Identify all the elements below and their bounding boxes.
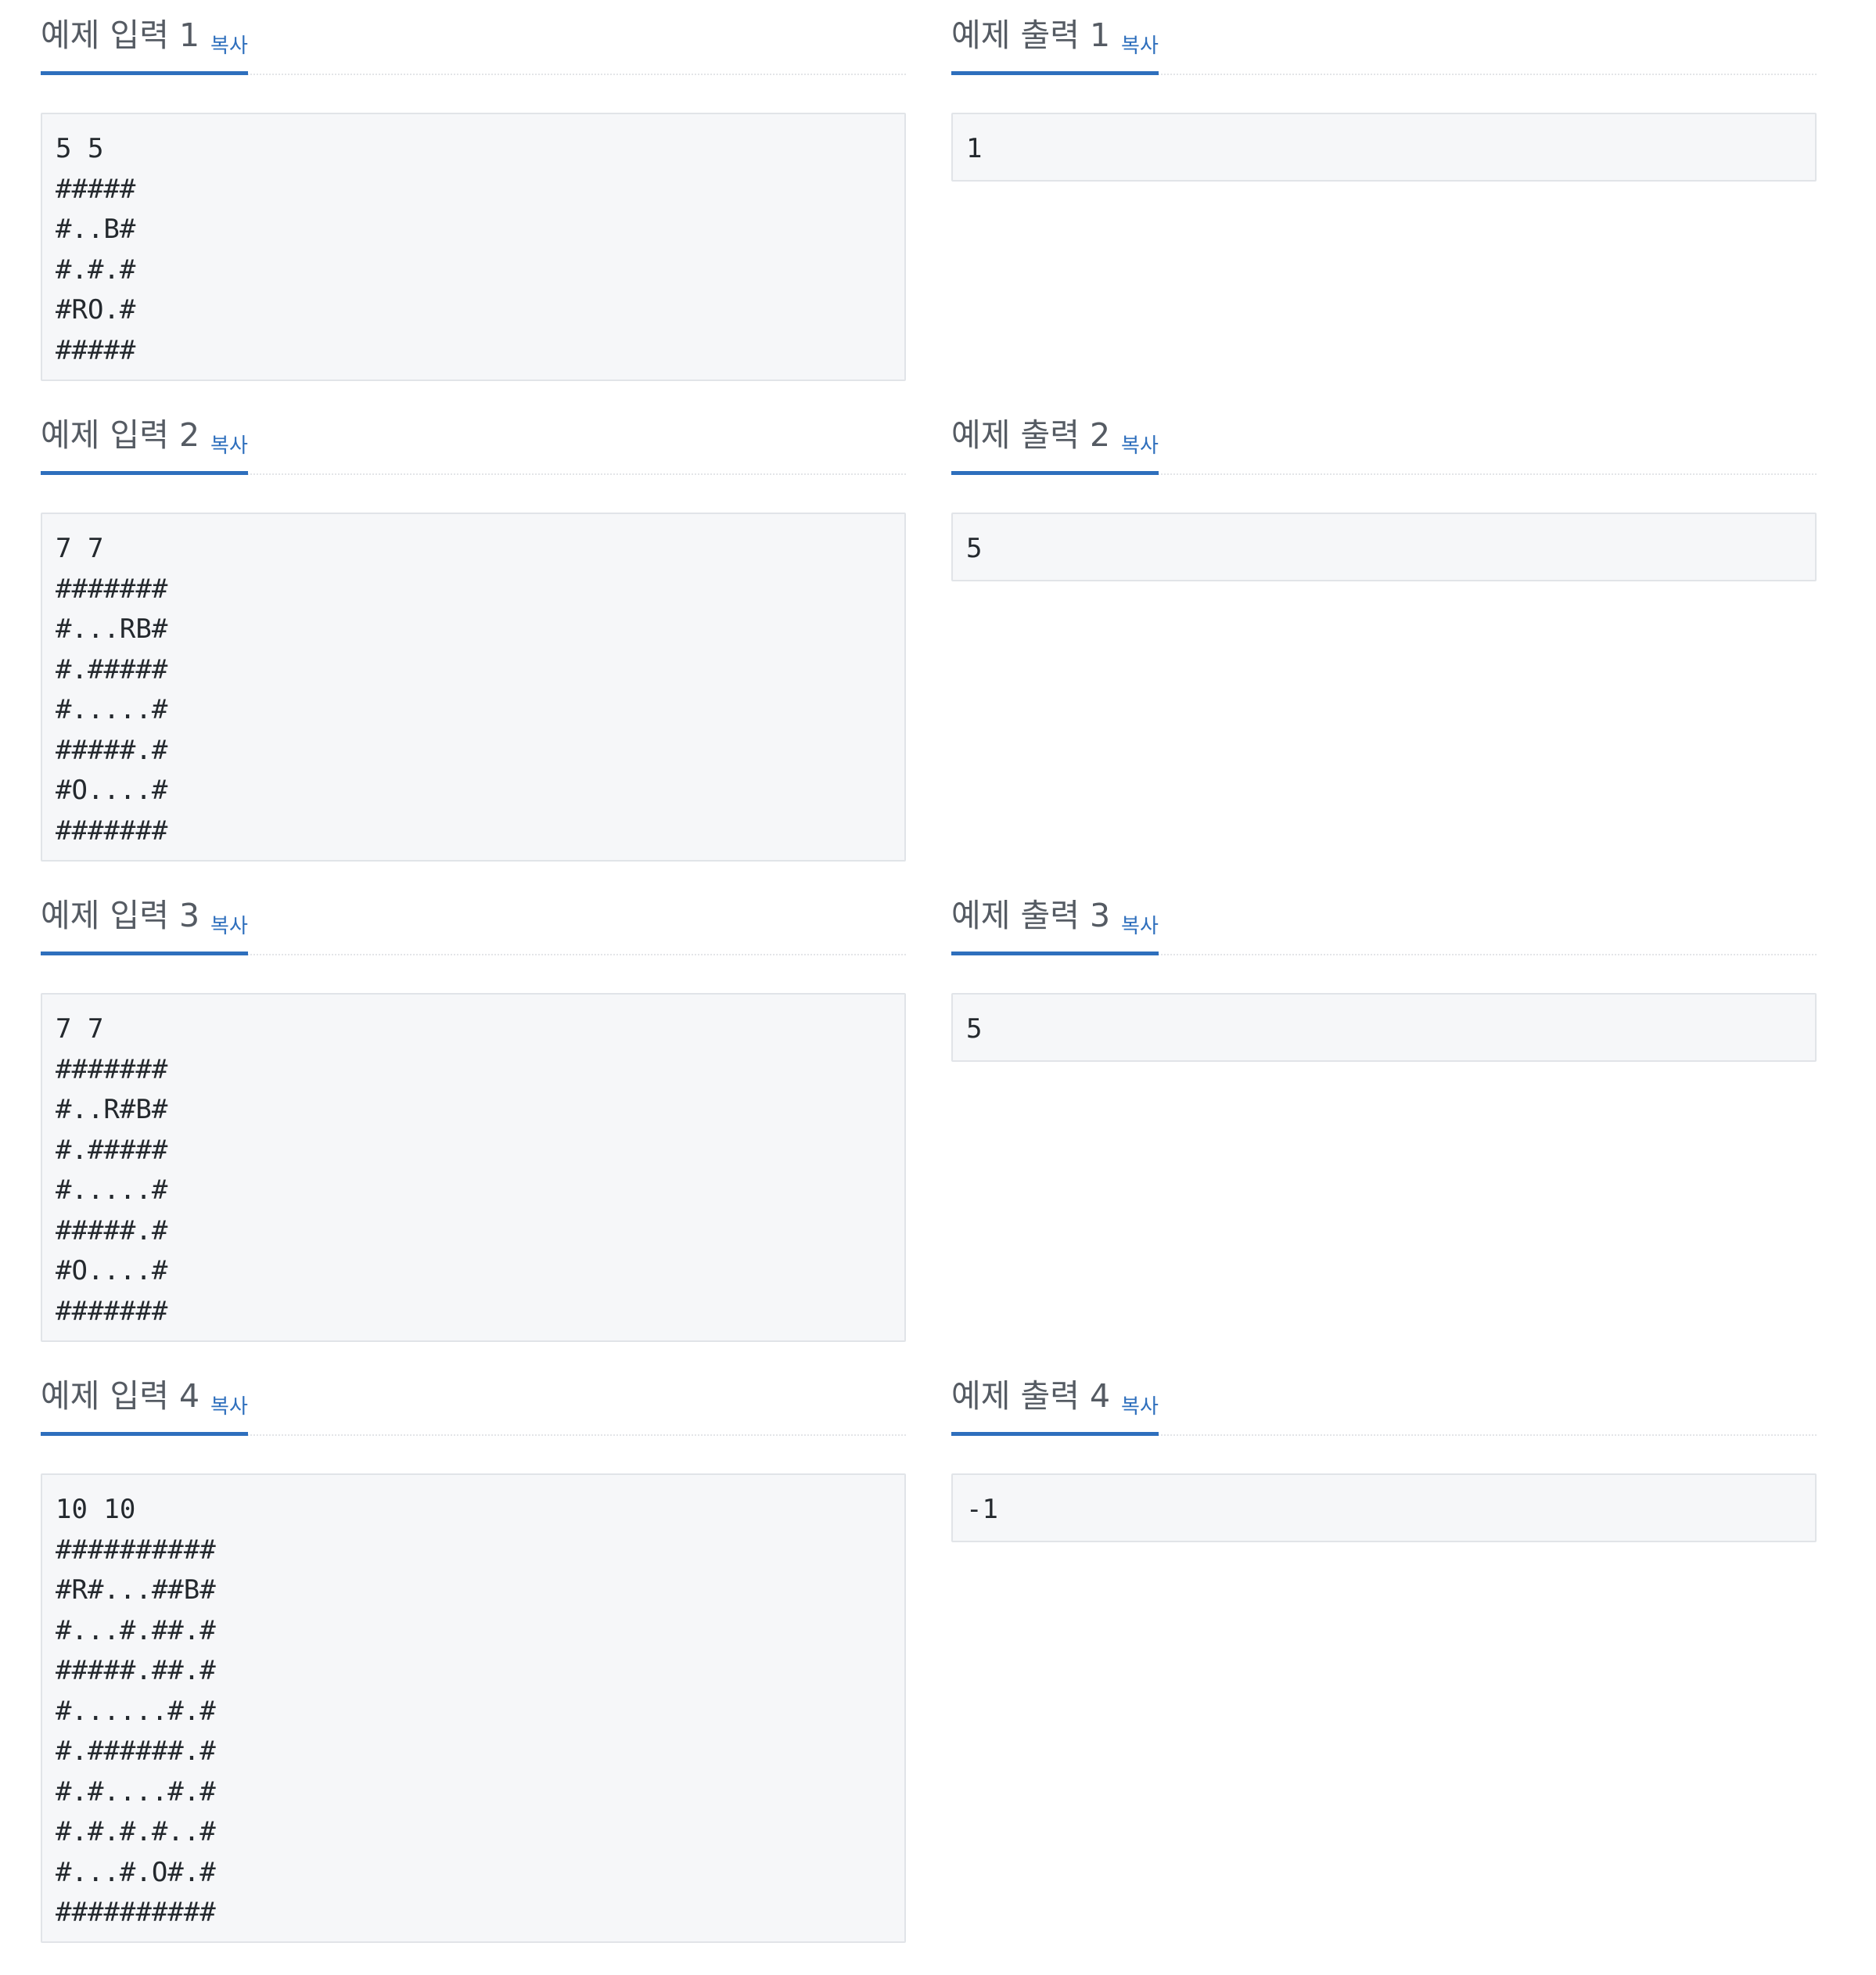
copy-output-3-button[interactable]: 복사 (1121, 898, 1159, 939)
code-line: ####### (56, 1295, 168, 1327)
copy-output-4-button[interactable]: 복사 (1121, 1378, 1159, 1419)
code-line: #..B# (56, 214, 136, 245)
sample-output-2-code: 5 (951, 513, 1817, 581)
sample-input-2-section: 예제 입력 2 복사 7 7 ####### #...RB# #.##### #....… (41, 400, 906, 862)
sample-output-4-section: 예제 출력 4 복사 -1 (951, 1361, 1817, 1542)
sample-input-3-title: 예제 입력 3 (41, 897, 200, 934)
code-line: ########## (56, 1534, 216, 1566)
sample-input-3-header: 예제 입력 3 복사 (41, 880, 906, 955)
sample-output-1-title: 예제 출력 1 (951, 16, 1111, 54)
code-line: #.######.# (56, 1736, 216, 1767)
code-line: #O....# (56, 775, 168, 806)
code-line: #RO.# (56, 294, 136, 326)
code-line: #.....# (56, 1175, 168, 1206)
sample-input-3-code: 7 7 ####### #..R#B# #.##### #.....# #####.# #O… (41, 993, 906, 1342)
sample-input-2-title: 예제 입력 2 (41, 416, 200, 454)
sample-input-3-section: 예제 입력 3 복사 7 7 ####### #..R#B# #.##### #....… (41, 880, 906, 1342)
code-line: #...#.##.# (56, 1614, 216, 1646)
code-line: #####.##.# (56, 1655, 216, 1686)
sample-input-1-code: 5 5 ##### #..B# #.#.# #RO.# ##### (41, 113, 906, 381)
sample-output-2-title: 예제 출력 2 (951, 416, 1111, 454)
code-line: #.#....#.# (56, 1775, 216, 1808)
copy-input-3-button[interactable]: 복사 (210, 898, 248, 939)
copy-input-4-button[interactable]: 복사 (210, 1378, 248, 1419)
sample-output-2-header: 예제 출력 2 복사 (951, 400, 1817, 475)
copy-output-2-button[interactable]: 복사 (1121, 417, 1159, 459)
sample-input-4-section: 예제 입력 4 복사 10 10 ########## #R#...##B# #...… (41, 1361, 906, 1943)
sample-output-1-code: 1 (951, 113, 1817, 182)
code-line: #####.# (56, 734, 168, 766)
sample-output-3-code: 5 (951, 993, 1817, 1062)
code-line: 10 10 (56, 1494, 136, 1525)
code-line: 1 (966, 133, 983, 164)
code-line: -1 (966, 1494, 998, 1525)
sample-output-3-title: 예제 출력 3 (951, 897, 1111, 934)
code-line: ####### (56, 815, 168, 847)
code-line: ########## (56, 1897, 216, 1928)
sample-output-4-title: 예제 출력 4 (951, 1377, 1111, 1415)
code-line: 7 7 (56, 533, 104, 564)
sample-output-3-section: 예제 출력 3 복사 5 (951, 880, 1817, 1062)
sample-input-2-code: 7 7 ####### #...RB# #.##### #.....# #####.# #O… (41, 513, 906, 862)
sample-output-4-code: -1 (951, 1473, 1817, 1542)
code-line: 5 5 (56, 133, 104, 164)
code-line: #...#.O#.# (56, 1856, 216, 1888)
code-line: ####### (56, 1053, 168, 1085)
sample-input-1-header: 예제 입력 1 복사 (41, 0, 906, 75)
code-line: 5 (966, 533, 983, 564)
sample-output-4-header: 예제 출력 4 복사 (951, 1361, 1817, 1436)
code-line: ##### (56, 173, 136, 205)
sample-input-4-code: 10 10 ########## #R#...##B# #...#.##.# #####… (41, 1473, 906, 1943)
code-line: 7 7 (56, 1013, 104, 1045)
sample-input-4-title: 예제 입력 4 (41, 1377, 200, 1415)
code-line: #R#...##B# (56, 1574, 216, 1606)
sample-input-1-section: 예제 입력 1 복사 5 5 ##### #..B# #.#.# #RO.# ##### (41, 0, 906, 381)
code-line: #.##### (56, 653, 168, 685)
code-line: 5 (966, 1013, 983, 1045)
copy-output-1-button[interactable]: 복사 (1121, 17, 1159, 59)
code-line: #......#.# (56, 1695, 216, 1727)
code-line: #..R#B# (56, 1094, 168, 1125)
code-line: #O....# (56, 1255, 168, 1286)
code-line: ####### (56, 573, 168, 605)
sample-output-3-header: 예제 출력 3 복사 (951, 880, 1817, 955)
code-line: #.#.# (56, 254, 136, 286)
copy-input-1-button[interactable]: 복사 (210, 17, 248, 59)
code-line: ##### (56, 334, 136, 366)
sample-output-1-header: 예제 출력 1 복사 (951, 0, 1817, 75)
copy-input-2-button[interactable]: 복사 (210, 417, 248, 459)
code-line: #####.# (56, 1214, 168, 1247)
sample-output-2-section: 예제 출력 2 복사 5 (951, 400, 1817, 581)
code-line: #.....# (56, 694, 168, 725)
code-line: #...RB# (56, 613, 168, 645)
sample-input-1-title: 예제 입력 1 (41, 16, 200, 54)
code-line: #.##### (56, 1134, 168, 1166)
sample-input-4-header: 예제 입력 4 복사 (41, 1361, 906, 1436)
code-line: #.#.#.#..# (56, 1816, 216, 1847)
sample-output-1-section: 예제 출력 1 복사 1 (951, 0, 1817, 182)
sample-input-2-header: 예제 입력 2 복사 (41, 400, 906, 475)
